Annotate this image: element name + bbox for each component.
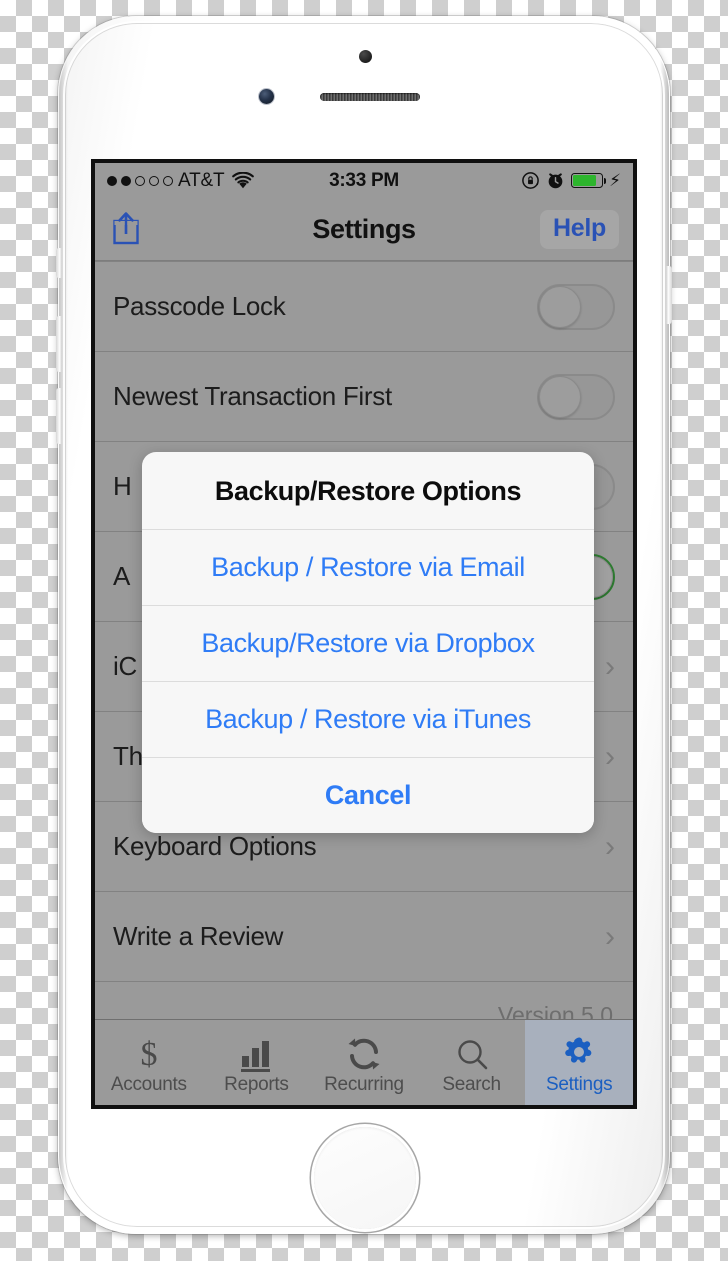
rotation-lock-icon (522, 172, 539, 189)
tab-label: Accounts (110, 1073, 187, 1095)
chevron-right-icon: › (605, 919, 615, 953)
chevron-right-icon: › (605, 739, 615, 773)
row-label: Passcode Lock (113, 291, 286, 321)
tab-search[interactable]: Search (418, 1020, 526, 1105)
earpiece-speaker (320, 93, 420, 101)
tab-label: Search (442, 1073, 501, 1095)
help-button[interactable]: Help (540, 209, 619, 249)
tab-label: Settings (546, 1073, 613, 1095)
alert-cancel-button[interactable]: Cancel (142, 757, 594, 833)
battery-icon (571, 173, 607, 188)
backup-restore-alert: Backup/Restore Options Backup / Restore … (142, 452, 594, 833)
mute-switch[interactable] (56, 248, 62, 278)
settings-row-newest-transaction-first[interactable]: Newest Transaction First (95, 352, 633, 442)
search-icon (455, 1030, 489, 1072)
newest-transaction-toggle[interactable] (537, 373, 615, 420)
bar-chart-icon (238, 1030, 274, 1072)
tab-reports[interactable]: Reports (203, 1020, 311, 1105)
volume-down-button[interactable] (56, 388, 62, 444)
row-label: H (113, 471, 132, 501)
row-label: iC (113, 651, 137, 681)
home-button[interactable] (311, 1124, 419, 1232)
iphone-device: AT&T 3:33 PM ⚡ Settings Help Passcode Lo… (56, 16, 672, 1234)
settings-row-passcode-lock[interactable]: Passcode Lock (95, 261, 633, 352)
row-label: Write a Review (113, 921, 284, 951)
lightning-bolt-icon: ⚡ (609, 171, 621, 190)
chevron-right-icon: › (605, 649, 615, 683)
dollar-icon: $ (134, 1030, 164, 1072)
tab-label: Reports (224, 1073, 289, 1095)
gear-icon (560, 1030, 598, 1072)
front-camera-icon (259, 89, 274, 104)
refresh-icon (346, 1030, 382, 1072)
settings-row-write-a-review[interactable]: Write a Review › (95, 892, 633, 982)
power-button[interactable] (666, 266, 672, 324)
tab-label: Recurring (324, 1073, 404, 1095)
row-label: A (113, 561, 131, 591)
tab-bar: $ Accounts Reports Recurring Search Sett… (95, 1019, 633, 1105)
alert-button-email[interactable]: Backup / Restore via Email (142, 529, 594, 605)
alert-button-dropbox[interactable]: Backup/Restore via Dropbox (142, 605, 594, 681)
tab-accounts[interactable]: $ Accounts (95, 1020, 203, 1105)
alert-button-itunes[interactable]: Backup / Restore via iTunes (142, 681, 594, 757)
proximity-sensor-icon (359, 50, 372, 63)
tab-settings[interactable]: Settings (525, 1020, 633, 1105)
tab-recurring[interactable]: Recurring (310, 1020, 418, 1105)
alarm-clock-icon (548, 173, 563, 189)
chevron-right-icon: › (605, 829, 615, 863)
row-label: Newest Transaction First (113, 381, 392, 411)
status-bar: AT&T 3:33 PM ⚡ (95, 163, 633, 198)
row-label: Th (113, 741, 143, 771)
status-bar-right: ⚡ (521, 171, 621, 190)
passcode-lock-toggle[interactable] (537, 283, 615, 330)
svg-text:$: $ (140, 1036, 157, 1072)
navigation-bar: Settings Help (95, 198, 633, 261)
alert-title: Backup/Restore Options (214, 476, 522, 506)
phone-screen: AT&T 3:33 PM ⚡ Settings Help Passcode Lo… (95, 163, 633, 1105)
row-label: Keyboard Options (113, 831, 317, 861)
volume-up-button[interactable] (56, 316, 62, 372)
